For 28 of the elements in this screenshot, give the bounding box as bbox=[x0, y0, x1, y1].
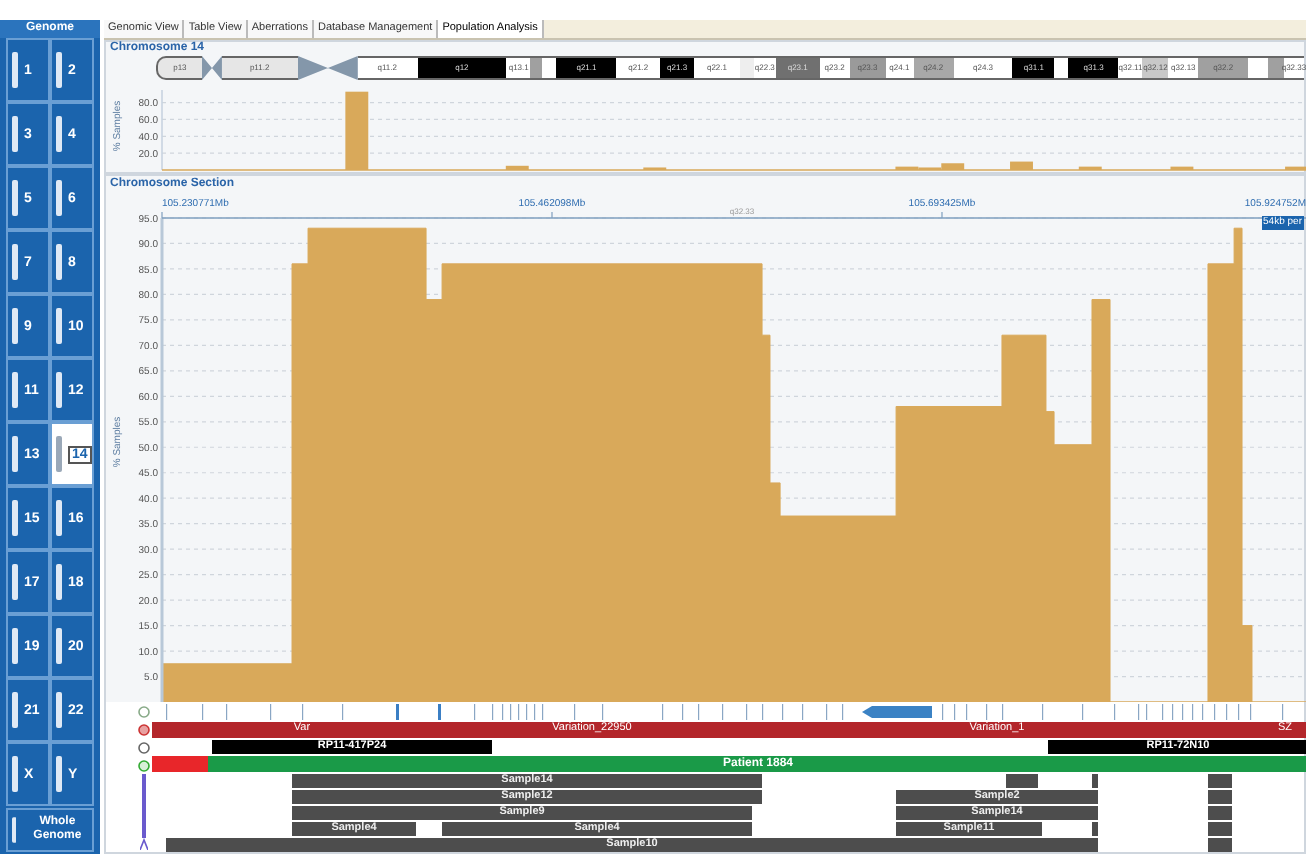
sample-bar bbox=[1092, 774, 1098, 788]
chromosome-icon bbox=[12, 564, 18, 600]
chromosome-icon bbox=[12, 436, 18, 472]
chromosome-icon bbox=[12, 244, 18, 280]
chromosome-icon bbox=[56, 628, 62, 664]
chromosome-icon bbox=[12, 814, 17, 846]
chromosome-icon bbox=[56, 756, 62, 792]
chromosome-icon bbox=[56, 436, 62, 472]
chromosome-icon bbox=[12, 756, 18, 792]
chromosome-icon bbox=[12, 628, 18, 664]
chromosome-icon bbox=[56, 308, 62, 344]
chromosome-icon bbox=[12, 372, 18, 408]
chromosome-icon bbox=[56, 564, 62, 600]
chromosome-icon bbox=[12, 692, 18, 728]
chromosome-icon bbox=[12, 116, 18, 152]
chromosome-icon bbox=[12, 500, 18, 536]
sample-bar bbox=[1092, 822, 1098, 836]
chromosome-icon bbox=[56, 692, 62, 728]
chromosome-icon bbox=[56, 500, 62, 536]
chromosome-icon bbox=[12, 52, 18, 88]
sample-bar bbox=[1006, 774, 1038, 788]
chromosome-icon bbox=[56, 244, 62, 280]
chromosome-icon bbox=[56, 116, 62, 152]
chromosome-icon bbox=[56, 372, 62, 408]
chromosome-icon bbox=[56, 52, 62, 88]
chromosome-icon bbox=[12, 308, 18, 344]
chromosome-icon bbox=[12, 180, 18, 216]
chromosome-icon bbox=[56, 180, 62, 216]
